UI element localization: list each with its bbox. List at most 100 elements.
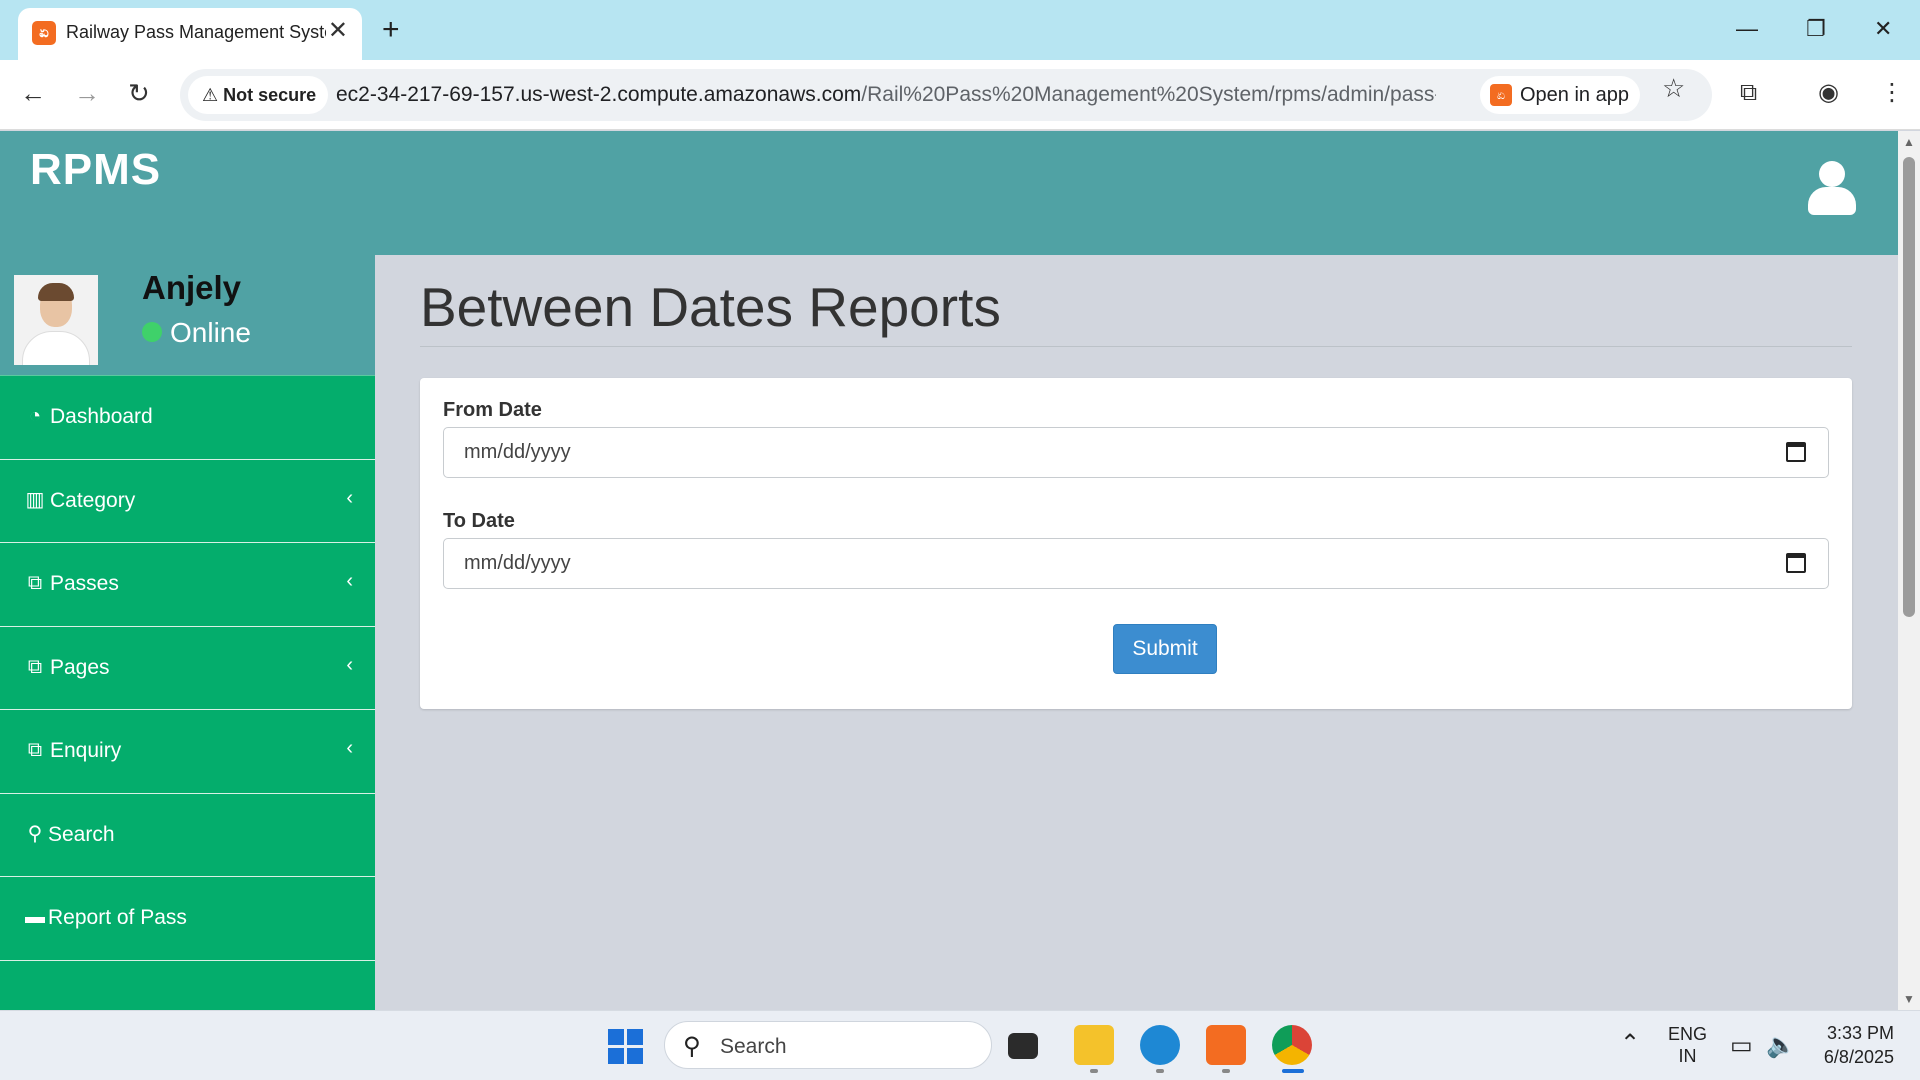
to-date-input[interactable]: mm/dd/yyyy	[443, 538, 1829, 589]
bar-chart-icon: ▥	[25, 488, 45, 511]
sidebar-item-dashboard[interactable]: ◔ Dashboard	[0, 375, 375, 459]
search-icon: ⚲	[683, 1033, 701, 1060]
url-path: /Rail%20Pass%20Management%20System/rpms/…	[861, 83, 1436, 106]
xampp-favicon-icon: ಏ	[32, 21, 56, 45]
app-active-indicator	[1282, 1069, 1304, 1073]
sidebar-menu-end-divider	[0, 959, 375, 961]
profile-avatar-icon[interactable]: ◉	[1818, 78, 1839, 108]
sidebar-item-label: Enquiry	[50, 739, 122, 762]
chevron-left-icon: ‹	[346, 653, 353, 676]
dashboard-icon: ◔	[28, 405, 42, 427]
windows-start-icon[interactable]	[608, 1029, 644, 1065]
show-hidden-icons-chevron-icon[interactable]: ⌃	[1620, 1029, 1640, 1058]
browser-tab-strip: ಏ Railway Pass Management System ✕ + — ❐…	[0, 0, 1920, 60]
back-icon[interactable]: ←	[20, 78, 46, 108]
avatar	[14, 275, 98, 365]
xampp-icon: ಏ	[1490, 84, 1512, 106]
security-chip[interactable]: ⚠ Not secure	[188, 76, 328, 114]
taskbar-search[interactable]: ⚲ Search	[664, 1021, 992, 1069]
cast-search-icon[interactable]: ⧉	[1740, 78, 1757, 108]
file-explorer-icon[interactable]	[1074, 1025, 1114, 1065]
user-name: Anjely	[142, 269, 242, 306]
app-running-indicator	[1156, 1069, 1164, 1073]
sidebar-item-label: Pages	[50, 655, 110, 679]
open-in-app-label: Open in app	[1520, 84, 1629, 106]
search-icon: ⚲	[27, 822, 43, 845]
page-title: Between Dates Reports	[420, 276, 1001, 338]
copy-icon: ⧉	[27, 572, 43, 594]
to-date-label: To Date	[443, 510, 515, 532]
chevron-left-icon: ‹	[346, 570, 353, 592]
volume-icon[interactable]: 🔈	[1766, 1031, 1796, 1060]
user-panel: Anjely Online	[0, 255, 375, 375]
title-divider	[420, 346, 1852, 347]
task-view-icon[interactable]	[1008, 1033, 1038, 1059]
folder-icon: ▬	[25, 906, 45, 928]
status-label: Online	[170, 317, 251, 348]
forward-icon[interactable]: →	[74, 78, 100, 108]
sidebar-item-label: Dashboard	[50, 405, 153, 428]
copy-icon: ⧉	[27, 739, 43, 761]
app-logo[interactable]: RPMS	[30, 145, 161, 195]
tab-close-icon[interactable]: ✕	[328, 18, 348, 44]
app-header: RPMS	[0, 131, 1898, 255]
sidebar-item-label: Passes	[50, 572, 119, 595]
open-in-app: ಏ Open in app	[1480, 76, 1820, 114]
sidebar-menu: ◔ Dashboard ▥ Category ‹ ⧉ Passes ‹ ⧉ Pages ‹ ⧉ Enqu…	[0, 375, 375, 961]
to-date-placeholder: mm/dd/yyyy	[464, 552, 571, 574]
reload-icon[interactable]: ↻	[128, 78, 150, 108]
url-host: ec2-34-217-69-157.us-west-2.compute.amaz…	[336, 83, 862, 106]
sidebar: Anjely Online ◔ Dashboard ▥ Category ‹ ⧉ Passe…	[0, 255, 375, 1010]
language-code: ENG	[1668, 1024, 1708, 1044]
app-running-indicator	[1222, 1069, 1230, 1073]
minimize-icon[interactable]: —	[1736, 12, 1758, 46]
sidebar-item-pages[interactable]: ⧉ Pages ‹	[0, 625, 375, 710]
from-date-label: From Date	[443, 399, 542, 421]
sidebar-item-report-of-pass[interactable]: ▬ Report of Pass	[0, 876, 375, 960]
tab-title: Railway Pass Management System	[66, 22, 326, 42]
app-running-indicator	[1090, 1069, 1098, 1073]
url-text[interactable]: ec2-34-217-69-157.us-west-2.compute.amaz…	[336, 83, 1436, 107]
windows-taskbar: ⚲ Search ⌃ ENG IN ▭ 🔈 3:33 PM 6/8/2025	[0, 1010, 1920, 1080]
clock[interactable]: 3:33 PM 6/8/2025	[1812, 1021, 1894, 1069]
menu-kebab-icon[interactable]: ⋮	[1880, 78, 1904, 108]
browser-toolbar: ← → ↻ ⚠ Not secure ec2-34-217-69-157.us-…	[0, 60, 1920, 130]
clock-date: 6/8/2025	[1823, 1047, 1894, 1067]
main-content: Between Dates Reports From Date mm/dd/yy…	[375, 255, 1898, 1010]
sidebar-item-label: Search	[48, 822, 115, 846]
new-tab-button[interactable]: +	[382, 12, 400, 48]
sidebar-item-label: Category	[50, 488, 136, 512]
restore-icon[interactable]: ❐	[1806, 12, 1826, 46]
edge-browser-icon[interactable]	[1140, 1025, 1180, 1065]
scroll-up-icon[interactable]: ▲	[1903, 135, 1915, 149]
sidebar-item-enquiry[interactable]: ⧉ Enquiry ‹	[0, 709, 375, 793]
calendar-icon[interactable]	[1786, 553, 1806, 573]
region-code: IN	[1678, 1046, 1697, 1066]
sidebar-item-label: Report of Pass	[48, 906, 187, 929]
submit-button[interactable]: Submit	[1113, 624, 1217, 674]
clock-time: 3:33 PM	[1826, 1023, 1894, 1043]
from-date-input[interactable]: mm/dd/yyyy	[443, 427, 1829, 478]
scroll-thumb[interactable]	[1903, 157, 1915, 617]
warning-icon: ⚠	[202, 85, 219, 105]
not-secure-label: Not secure	[223, 85, 317, 105]
scroll-down-icon[interactable]: ▼	[1903, 992, 1915, 1006]
network-icon[interactable]: ▭	[1730, 1031, 1753, 1060]
sidebar-item-category[interactable]: ▥ Category ‹	[0, 458, 375, 543]
browser-tab[interactable]: ಏ Railway Pass Management System ✕	[18, 8, 362, 60]
user-status: Online	[142, 317, 251, 349]
open-in-app-button[interactable]: ಏ Open in app	[1480, 76, 1640, 114]
bookmark-star-icon[interactable]: ☆	[1662, 73, 1685, 104]
calendar-icon[interactable]	[1786, 442, 1806, 462]
from-date-placeholder: mm/dd/yyyy	[464, 441, 571, 463]
chevron-left-icon: ‹	[346, 737, 353, 759]
page-scrollbar[interactable]: ▲ ▼	[1898, 131, 1920, 1010]
close-window-icon[interactable]: ✕	[1874, 12, 1892, 46]
language-indicator[interactable]: ENG IN	[1668, 1023, 1707, 1067]
sidebar-item-passes[interactable]: ⧉ Passes ‹	[0, 542, 375, 626]
xampp-taskbar-icon[interactable]	[1206, 1025, 1246, 1065]
user-account-icon[interactable]	[1806, 161, 1858, 217]
sidebar-item-search[interactable]: ⚲ Search	[0, 792, 375, 877]
address-bar[interactable]: ⚠ Not secure ec2-34-217-69-157.us-west-2…	[180, 69, 1712, 121]
chrome-browser-icon[interactable]	[1272, 1025, 1312, 1065]
